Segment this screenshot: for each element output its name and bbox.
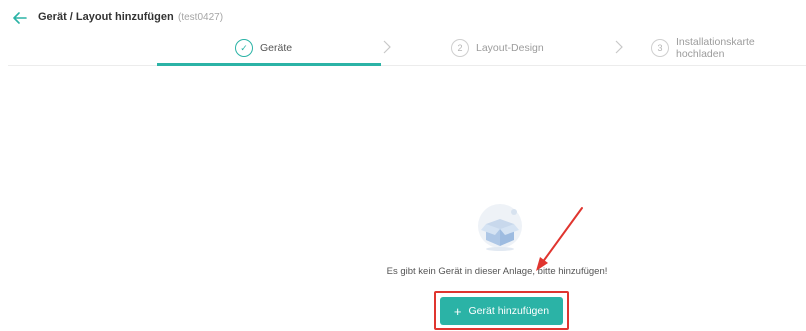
page-title: Gerät / Layout hinzufügen (38, 11, 174, 23)
annotation-arrow (536, 207, 583, 271)
step-label: Geräte (260, 42, 293, 54)
step-layout-design[interactable]: 2 Layout-Design (451, 38, 544, 58)
step-installationskarte[interactable]: 3 Installationskarte hochladen (651, 36, 806, 60)
add-device-button[interactable]: + Gerät hinzufügen (440, 297, 563, 325)
step-label: Installationskarte hochladen (675, 36, 755, 60)
plus-icon: + (453, 303, 462, 319)
step-number: 2 (451, 39, 469, 57)
page-subtitle: (test0427) (178, 12, 224, 23)
step-number: 3 (651, 39, 669, 57)
step-geraete[interactable]: ✓ Geräte (235, 38, 292, 58)
chevron-right-icon (383, 40, 391, 54)
add-device-button-label: Gerät hinzufügen (468, 305, 550, 317)
page-header: Gerät / Layout hinzufügen (test0427) (0, 0, 806, 36)
empty-box-icon (478, 204, 522, 251)
chevron-right-icon (615, 40, 623, 54)
empty-state-message: Es gibt kein Gerät in dieser Anlage, bit… (386, 266, 608, 277)
back-arrow-icon[interactable] (10, 8, 30, 28)
steps-divider (8, 65, 806, 66)
step-label: Layout-Design (476, 42, 544, 54)
active-step-indicator (157, 63, 381, 66)
step-check-icon: ✓ (235, 39, 253, 57)
